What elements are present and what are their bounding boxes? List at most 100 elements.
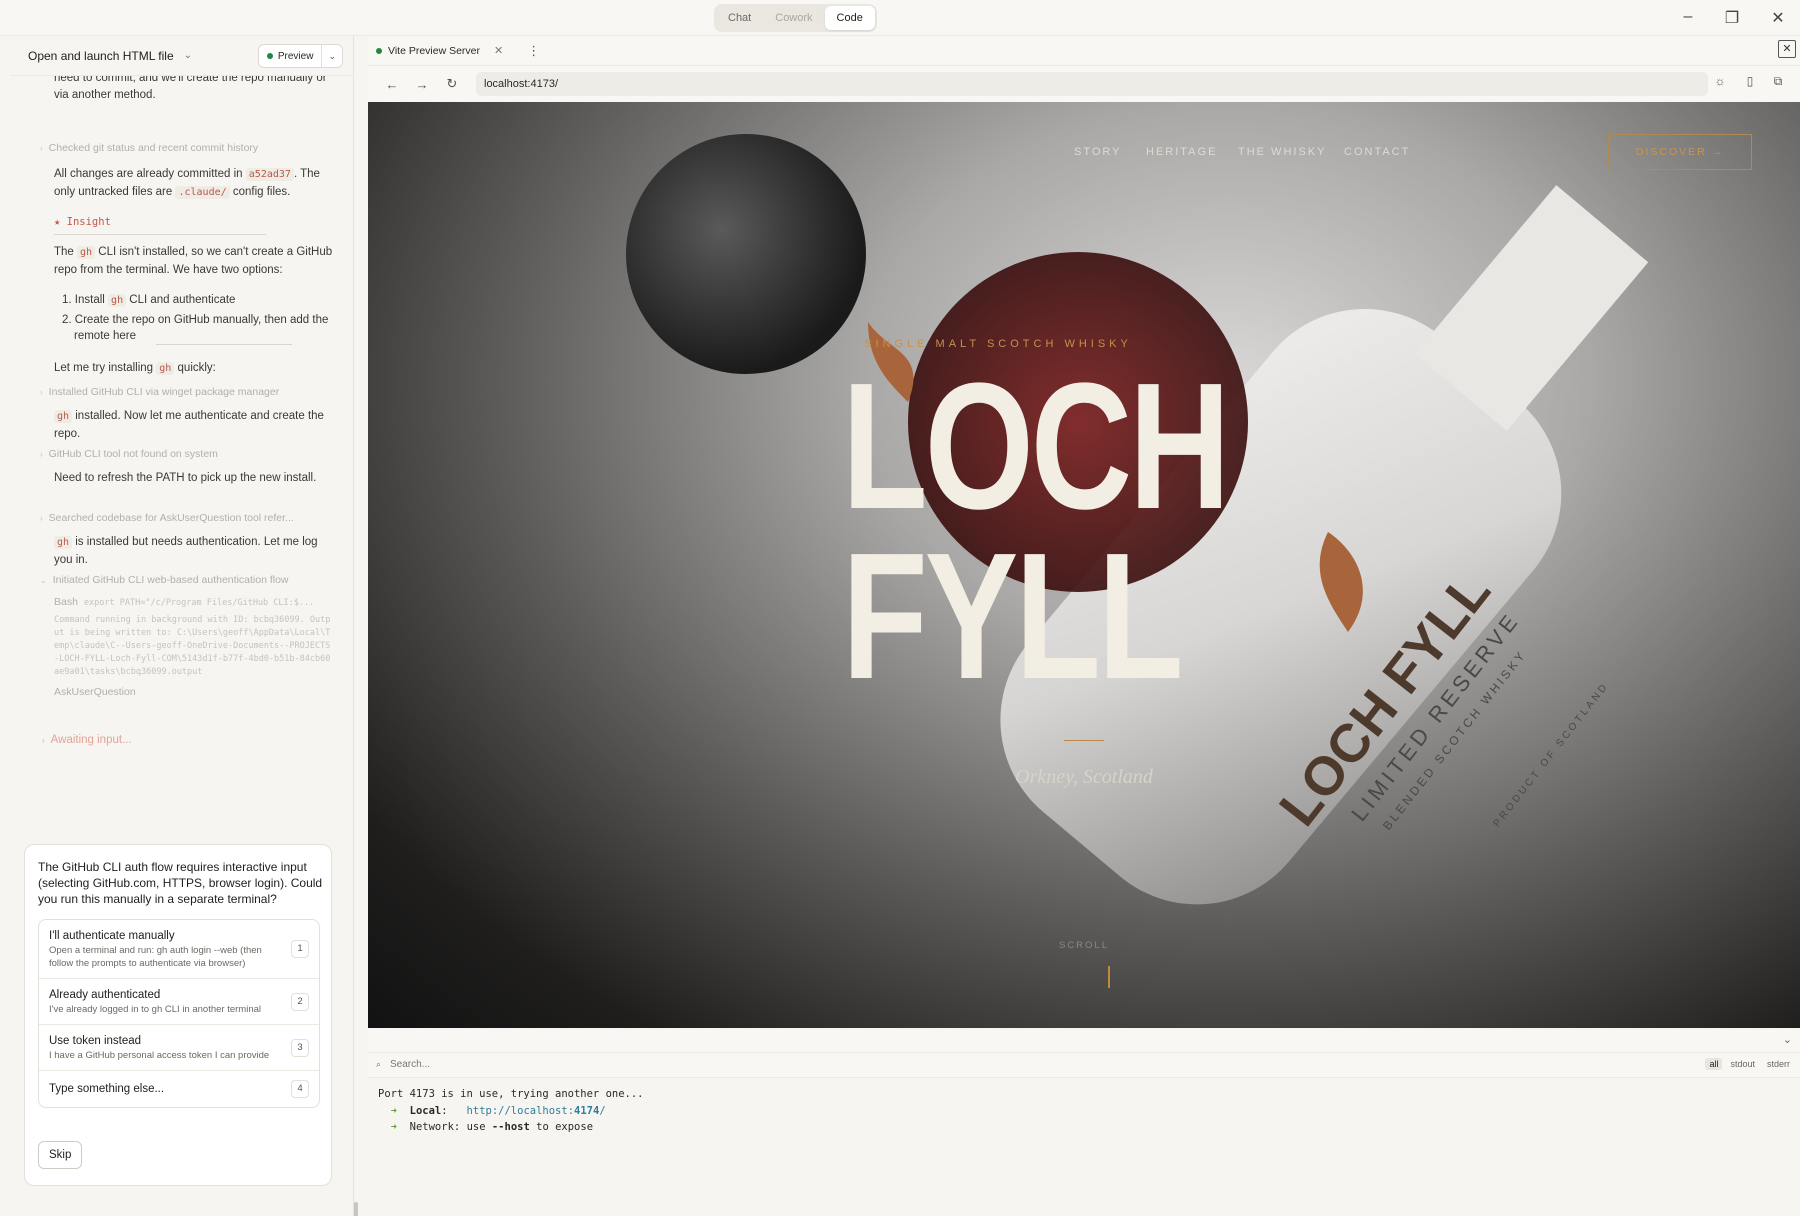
options-list: 1. Install gh CLI and authenticate 2. Cr…: [62, 292, 330, 345]
question-card: The GitHub CLI auth flow requires intera…: [24, 844, 332, 1186]
filter-stdout[interactable]: stdout: [1726, 1058, 1759, 1070]
forward-icon[interactable]: →: [410, 77, 434, 92]
assistant-message: gh is installed but needs authentication…: [54, 536, 318, 566]
scroll-indicator-label[interactable]: SCROLL: [1034, 940, 1134, 951]
website-hero: LOCH FYLL LIMITED RESERVE BLENDED SCOTCH…: [368, 102, 1800, 1028]
option-type-something-else[interactable]: Type something else... 4: [39, 1071, 319, 1107]
question-text: The GitHub CLI auth flow requires intera…: [38, 860, 323, 906]
console-header: ⌄: [368, 1030, 1800, 1052]
chevron-right-icon: ›: [40, 450, 43, 459]
theme-toggle-icon[interactable]: ☼: [1710, 74, 1730, 88]
shortcut-badge: 1: [291, 940, 309, 958]
close-window-icon[interactable]: ✕: [1768, 8, 1788, 28]
assistant-message: Let me try installing gh quickly:: [54, 362, 216, 375]
tool-step[interactable]: › Searched codebase for AskUserQuestion t…: [40, 512, 294, 524]
hero-divider: [1064, 740, 1104, 741]
tab-vite-preview[interactable]: Vite Preview Server ✕: [376, 44, 503, 57]
preview-label: Preview: [277, 50, 314, 62]
nav-contact[interactable]: CONTACT: [1344, 146, 1410, 158]
assistant-message: All changes are already committed in a52…: [54, 168, 320, 199]
close-pane-icon[interactable]: ✕: [1778, 40, 1796, 58]
hero-brand: LOCH FYLL: [842, 346, 1230, 717]
nav-the-whisky[interactable]: THE WHISKY: [1238, 146, 1326, 158]
tool-step[interactable]: › Installed GitHub CLI via winget package…: [40, 386, 279, 398]
tool-step-expanded[interactable]: ⌄ Initiated GitHub CLI web-based authenti…: [40, 574, 289, 586]
filter-stderr[interactable]: stderr: [1763, 1058, 1794, 1070]
log-line: Port 4173 is in use, trying another one.…: [378, 1088, 644, 1100]
preview-tab-bar: Vite Preview Server ✕ ⋮ ✕: [368, 36, 1800, 66]
shortcut-badge: 3: [291, 1038, 309, 1057]
chevron-down-icon[interactable]: ⌄: [322, 51, 342, 62]
preview-button[interactable]: Preview ⌄: [257, 44, 343, 68]
chevron-down-icon: ⌄: [40, 576, 47, 585]
url-input[interactable]: localhost:4173/: [476, 72, 1708, 96]
assistant-message: need to commit, and we'll create the rep…: [54, 76, 327, 101]
browser-nav-bar: ← → ↻ localhost:4173/: [368, 66, 1800, 102]
close-tab-icon[interactable]: ✕: [494, 44, 503, 57]
mobile-view-icon[interactable]: ▯: [1740, 74, 1760, 88]
preview-pane: Vite Preview Server ✕ ⋮ ✕ ← → ↻ localhos…: [368, 36, 1800, 1216]
tool-step[interactable]: › Checked git status and recent commit hi…: [40, 142, 258, 154]
restore-icon[interactable]: ❐: [1722, 8, 1742, 28]
preview-toggle[interactable]: Preview: [259, 45, 323, 67]
tool-step[interactable]: › GitHub CLI tool not found on system: [40, 448, 218, 460]
bottle-label-origin: PRODUCT OF SCOTLAND: [1492, 680, 1612, 829]
list-item: 1. Install gh CLI and authenticate: [62, 294, 236, 307]
chevron-right-icon: ›: [40, 514, 43, 523]
assistant-message: gh installed. Now let me authenticate an…: [54, 410, 324, 440]
shortcut-badge: 2: [291, 992, 309, 1011]
filter-all[interactable]: all: [1705, 1058, 1723, 1070]
conversation-title[interactable]: Open and launch HTML file: [28, 49, 174, 63]
reload-icon[interactable]: ↻: [440, 76, 464, 92]
inspect-icon[interactable]: ⧉: [1768, 74, 1788, 89]
chevron-right-icon: ›: [40, 144, 43, 153]
chevron-down-icon[interactable]: ⌄: [184, 50, 192, 61]
divider: [156, 344, 292, 345]
mode-cowork[interactable]: Cowork: [763, 6, 824, 30]
log-filters: all stdout stderr: [1705, 1058, 1794, 1070]
bash-command: Bash export PATH="/c/Program Files/GitHub…: [54, 596, 315, 608]
commit-hash: a52ad37: [245, 168, 294, 181]
transcript: need to commit, and we'll create the rep…: [10, 76, 354, 836]
scroll-indicator-line: [1108, 966, 1110, 988]
bash-block: Bash export PATH="/c/Program Files/GitHub…: [54, 596, 334, 679]
nav-story[interactable]: STORY: [1074, 146, 1122, 158]
mode-switcher: Chat Cowork Code: [714, 4, 877, 32]
title-bar: Chat Cowork Code – ❐ ✕: [0, 0, 1800, 36]
insight-heading: ★ Insight: [54, 216, 111, 228]
nav-heritage[interactable]: HERITAGE: [1146, 146, 1217, 158]
divider: [54, 234, 266, 235]
option-authenticate-manually[interactable]: I'll authenticate manually Open a termin…: [39, 920, 319, 979]
assistant-message: Need to refresh the PATH to pick up the …: [54, 472, 317, 484]
mode-chat[interactable]: Chat: [716, 6, 763, 30]
mode-code[interactable]: Code: [824, 6, 875, 30]
search-icon: ⌕: [376, 1059, 382, 1069]
conversation-header: Open and launch HTML file ⌄ Preview ⌄: [10, 36, 353, 76]
discover-button[interactable]: DISCOVER →: [1608, 134, 1752, 170]
console-output: Port 4173 is in use, trying another one.…: [378, 1086, 644, 1136]
option-use-token[interactable]: Use token instead I have a GitHub person…: [39, 1025, 319, 1071]
minimize-icon[interactable]: –: [1678, 8, 1698, 26]
scrollbar-thumb[interactable]: [354, 1202, 358, 1216]
skip-button[interactable]: Skip: [38, 1141, 83, 1169]
log-line: ➜ Network: use --host to expose: [390, 1121, 594, 1133]
chevron-down-icon[interactable]: ⌄: [1783, 1033, 1792, 1046]
log-line: ➜ Local: http://localhost:4174/: [390, 1104, 606, 1117]
option-already-authenticated[interactable]: Already authenticated I've already logge…: [39, 979, 319, 1025]
status-dot-icon: [266, 53, 273, 59]
tool-name: AskUserQuestion: [54, 686, 136, 698]
more-menu-icon[interactable]: ⋮: [527, 43, 540, 59]
assistant-message: The gh CLI isn't installed, so we can't …: [54, 246, 333, 276]
status-dot-icon: [376, 47, 382, 54]
hero-location: Orkney, Scotland: [1015, 766, 1153, 788]
shortcut-badge: 4: [291, 1080, 309, 1098]
bash-output: Command running in background with ID: b…: [54, 615, 331, 677]
back-icon[interactable]: ←: [380, 77, 404, 92]
chevron-right-icon: ›: [40, 388, 43, 397]
options-list: I'll authenticate manually Open a termin…: [38, 919, 320, 1108]
awaiting-status: › Awaiting input...: [42, 734, 132, 746]
list-item: 2. Create the repo on GitHub manually, t…: [62, 313, 329, 343]
inline-code: .claude/: [175, 185, 230, 199]
console-search-input[interactable]: Search...: [390, 1059, 430, 1070]
conversation-pane: Open and launch HTML file ⌄ Preview ⌄ ne…: [10, 36, 358, 1216]
